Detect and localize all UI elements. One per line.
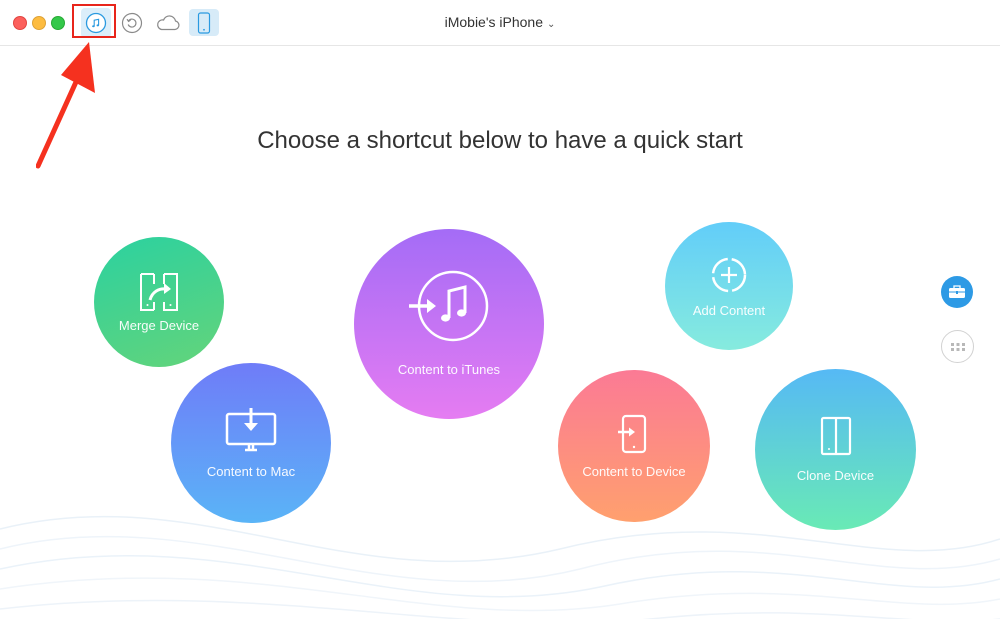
merge-device-label: Merge Device <box>118 317 200 333</box>
clone-device-label: Clone Device <box>796 468 875 483</box>
device-import-icon <box>618 414 647 453</box>
device-name: iMobie's iPhone <box>444 14 543 30</box>
content-to-device-button[interactable]: Content to Device <box>558 370 710 522</box>
title-bar: iMobie's iPhone ⌄ <box>0 0 1000 46</box>
merge-device-button[interactable]: Merge Device <box>94 237 224 367</box>
content-to-itunes-button[interactable]: Content to iTunes <box>354 229 544 419</box>
content-to-mac-button[interactable]: Content to Mac <box>171 363 331 523</box>
content-to-device-label: Content to Device <box>582 463 686 479</box>
mac-icon <box>225 407 277 451</box>
toolbox-button[interactable] <box>941 276 973 308</box>
content-to-itunes-label: Content to iTunes <box>397 361 501 377</box>
chevron-down-icon: ⌄ <box>547 19 556 30</box>
clone-device-button[interactable]: Clone Device <box>755 369 916 530</box>
toolbox-icon <box>949 285 965 298</box>
add-content-button[interactable]: Add Content <box>665 222 793 350</box>
grid-view-button[interactable] <box>941 330 974 363</box>
content-to-mac-label: Content to Mac <box>206 463 296 479</box>
device-selector[interactable]: iMobie's iPhone ⌄ <box>0 14 1000 30</box>
page-title: Choose a shortcut below to have a quick … <box>257 127 743 154</box>
clone-icon <box>820 416 851 456</box>
grid-icon <box>950 342 965 351</box>
itunes-icon <box>409 270 489 341</box>
add-content-label: Add Content <box>692 302 766 318</box>
merge-icon <box>140 272 178 311</box>
add-icon <box>711 257 747 292</box>
